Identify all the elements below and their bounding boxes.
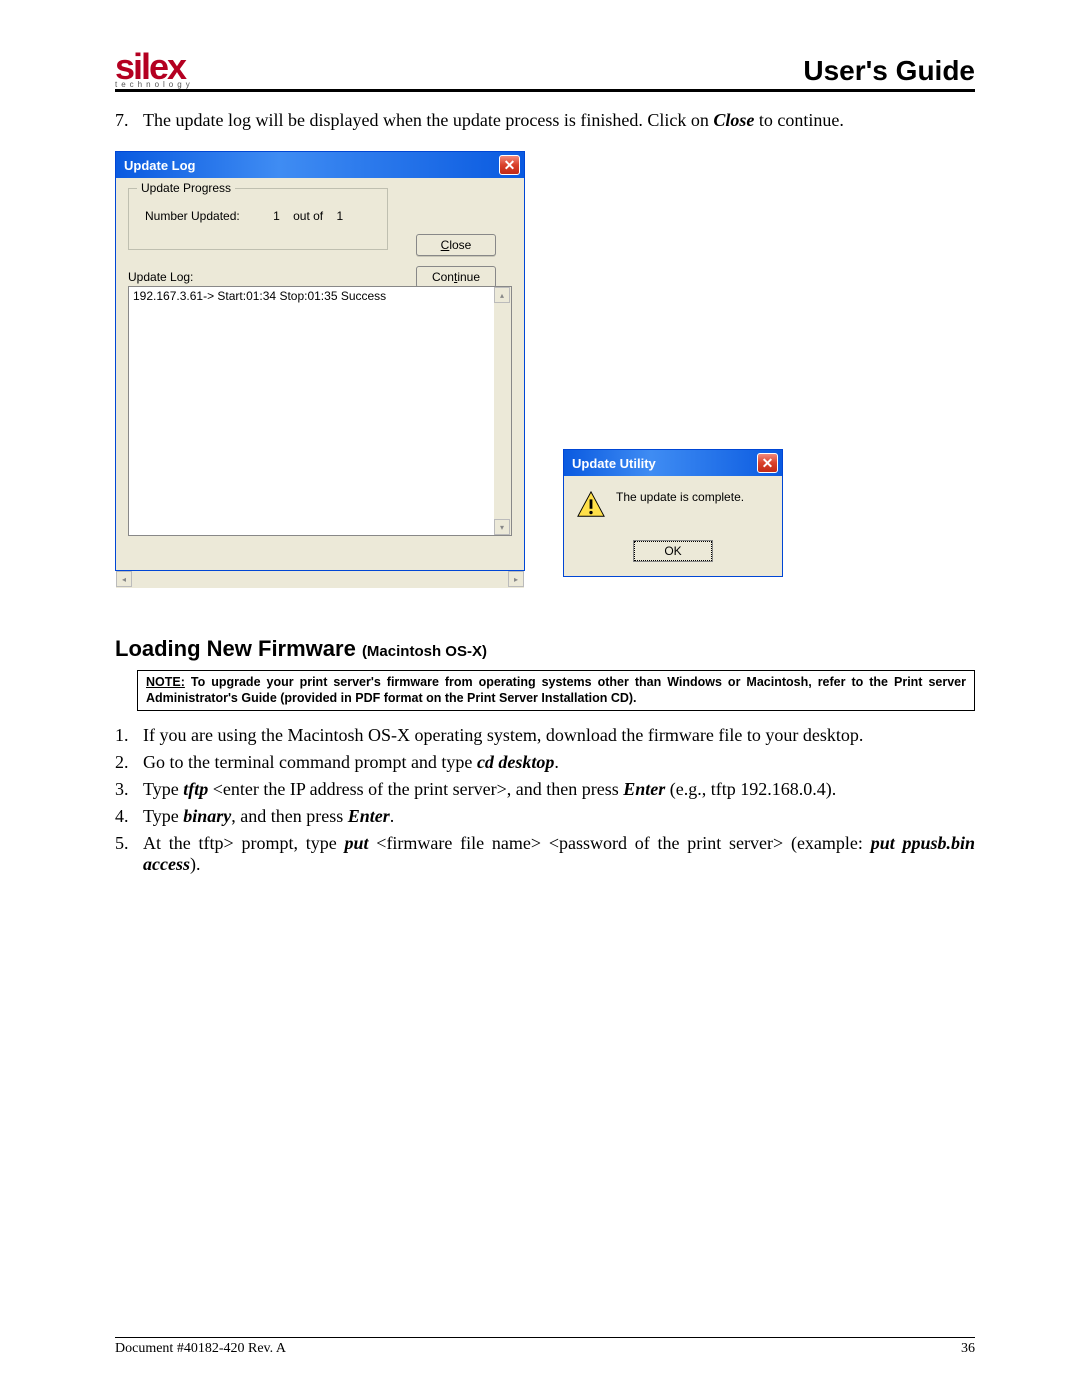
update-progress-group: Update Progress Number Updated: 1 out of… — [128, 188, 388, 250]
step-fragment: . — [390, 806, 395, 826]
step-emphasis: cd desktop — [477, 752, 554, 772]
step-number: 2. — [115, 752, 143, 773]
update-utility-window: Update Utility ✕ The update is complete.… — [563, 449, 783, 577]
scroll-down-icon[interactable]: ▾ — [494, 519, 510, 535]
out-of-label: out of — [293, 209, 323, 223]
step-fragment: Type — [143, 806, 183, 826]
scroll-left-icon[interactable]: ◂ — [116, 571, 132, 587]
step-emphasis: put — [345, 833, 369, 853]
step-fragment: Type — [143, 779, 183, 799]
step-7-close-ref: Close — [713, 110, 754, 130]
logo: silex technology — [115, 55, 194, 87]
step-fragment: If you are using the Macintosh OS-X oper… — [143, 725, 863, 745]
number-updated-value: 1 — [273, 209, 280, 223]
close-rest: lose — [449, 238, 471, 252]
step-number: 3. — [115, 779, 143, 800]
step-text: Type tftp <enter the IP address of the p… — [143, 779, 975, 800]
log-entry: 192.167.3.61-> Start:01:34 Stop:01:35 Su… — [133, 289, 386, 303]
step-fragment: At the tftp> prompt, type — [143, 833, 345, 853]
doc-id: Document #40182-420 Rev. A — [115, 1341, 286, 1357]
vertical-scrollbar[interactable]: ▴ ▾ — [494, 287, 511, 535]
step-7-text-a: The update log will be displayed when th… — [143, 110, 713, 130]
close-button[interactable]: Close — [416, 234, 496, 256]
step-7: 7. The update log will be displayed when… — [115, 110, 975, 131]
update-log-titlebar[interactable]: Update Log ✕ — [116, 152, 524, 178]
update-utility-title: Update Utility — [572, 456, 656, 471]
update-log-buttons: Close Continue — [416, 234, 496, 288]
progress-legend: Update Progress — [137, 181, 235, 195]
step-fragment: , and then press — [231, 806, 347, 826]
step-item: 2.Go to the terminal command prompt and … — [115, 752, 975, 773]
step-text: At the tftp> prompt, type put <firmware … — [143, 833, 975, 875]
dialogs-area: Update Log ✕ Update Progress Number Upda… — [115, 151, 975, 596]
section-heading-b: (Macintosh OS-X) — [362, 643, 487, 660]
number-updated-row: Number Updated: 1 out of 1 — [137, 209, 379, 223]
step-7-number: 7. — [115, 110, 143, 131]
step-number: 1. — [115, 725, 143, 746]
number-updated-total: 1 — [336, 209, 343, 223]
step-fragment: <enter the IP address of the print serve… — [208, 779, 623, 799]
warning-icon — [576, 490, 606, 523]
logo-subtext: technology — [115, 82, 194, 87]
update-log-body: Update Progress Number Updated: 1 out of… — [116, 178, 524, 544]
number-updated-label: Number Updated: — [145, 209, 240, 223]
step-number: 5. — [115, 833, 143, 875]
step-fragment: (e.g., tftp 192.168.0.4). — [665, 779, 836, 799]
step-7-text: The update log will be displayed when th… — [143, 110, 975, 131]
step-7-text-b: to continue. — [754, 110, 843, 130]
step-item: 5.At the tftp> prompt, type put <firmwar… — [115, 833, 975, 875]
step-emphasis: tftp — [183, 779, 208, 799]
step-number: 4. — [115, 806, 143, 827]
logo-text: silex — [115, 55, 194, 78]
step-text: Go to the terminal command prompt and ty… — [143, 752, 975, 773]
continue-pre: Con — [432, 270, 454, 284]
page-title: User's Guide — [803, 55, 975, 87]
ok-button[interactable]: OK — [634, 541, 712, 561]
step-fragment: ). — [190, 854, 201, 874]
step-item: 3.Type tftp <enter the IP address of the… — [115, 779, 975, 800]
continue-button[interactable]: Continue — [416, 266, 496, 288]
section-heading-a: Loading New Firmware — [115, 636, 362, 661]
step-emphasis: binary — [183, 806, 231, 826]
scroll-up-icon[interactable]: ▴ — [494, 287, 510, 303]
close-icon[interactable]: ✕ — [499, 155, 520, 175]
step-item: 4.Type binary, and then press Enter. — [115, 806, 975, 827]
note-box: NOTE: To upgrade your print server's fir… — [137, 670, 975, 711]
page-number: 36 — [961, 1341, 975, 1357]
section-heading: Loading New Firmware (Macintosh OS-X) — [115, 636, 975, 662]
continue-rest: inue — [457, 270, 480, 284]
update-utility-titlebar[interactable]: Update Utility ✕ — [564, 450, 782, 476]
doc-header: silex technology User's Guide — [115, 55, 975, 92]
doc-footer: Document #40182-420 Rev. A 36 — [115, 1337, 975, 1357]
update-utility-body: The update is complete. — [564, 476, 782, 531]
step-fragment: <firmware file name> <password of the pr… — [369, 833, 871, 853]
step-text: If you are using the Macintosh OS-X oper… — [143, 725, 975, 746]
note-label: NOTE: — [146, 675, 185, 689]
horizontal-scrollbar[interactable]: ◂ ▸ — [116, 571, 524, 588]
step-emphasis: Enter — [623, 779, 665, 799]
step-fragment: Go to the terminal command prompt and ty… — [143, 752, 477, 772]
close-icon[interactable]: ✕ — [757, 453, 778, 473]
note-text: To upgrade your print server's firmware … — [146, 675, 966, 705]
step-item: 1.If you are using the Macintosh OS-X op… — [115, 725, 975, 746]
update-log-window: Update Log ✕ Update Progress Number Upda… — [115, 151, 525, 571]
step-emphasis: Enter — [348, 806, 390, 826]
step-text: Type binary, and then press Enter. — [143, 806, 975, 827]
steps-list: 1.If you are using the Macintosh OS-X op… — [115, 725, 975, 875]
update-log-title: Update Log — [124, 158, 196, 173]
update-complete-message: The update is complete. — [616, 490, 744, 504]
update-log-textbox[interactable]: 192.167.3.61-> Start:01:34 Stop:01:35 Su… — [128, 286, 512, 536]
step-fragment: . — [554, 752, 559, 772]
scroll-right-icon[interactable]: ▸ — [508, 571, 524, 587]
